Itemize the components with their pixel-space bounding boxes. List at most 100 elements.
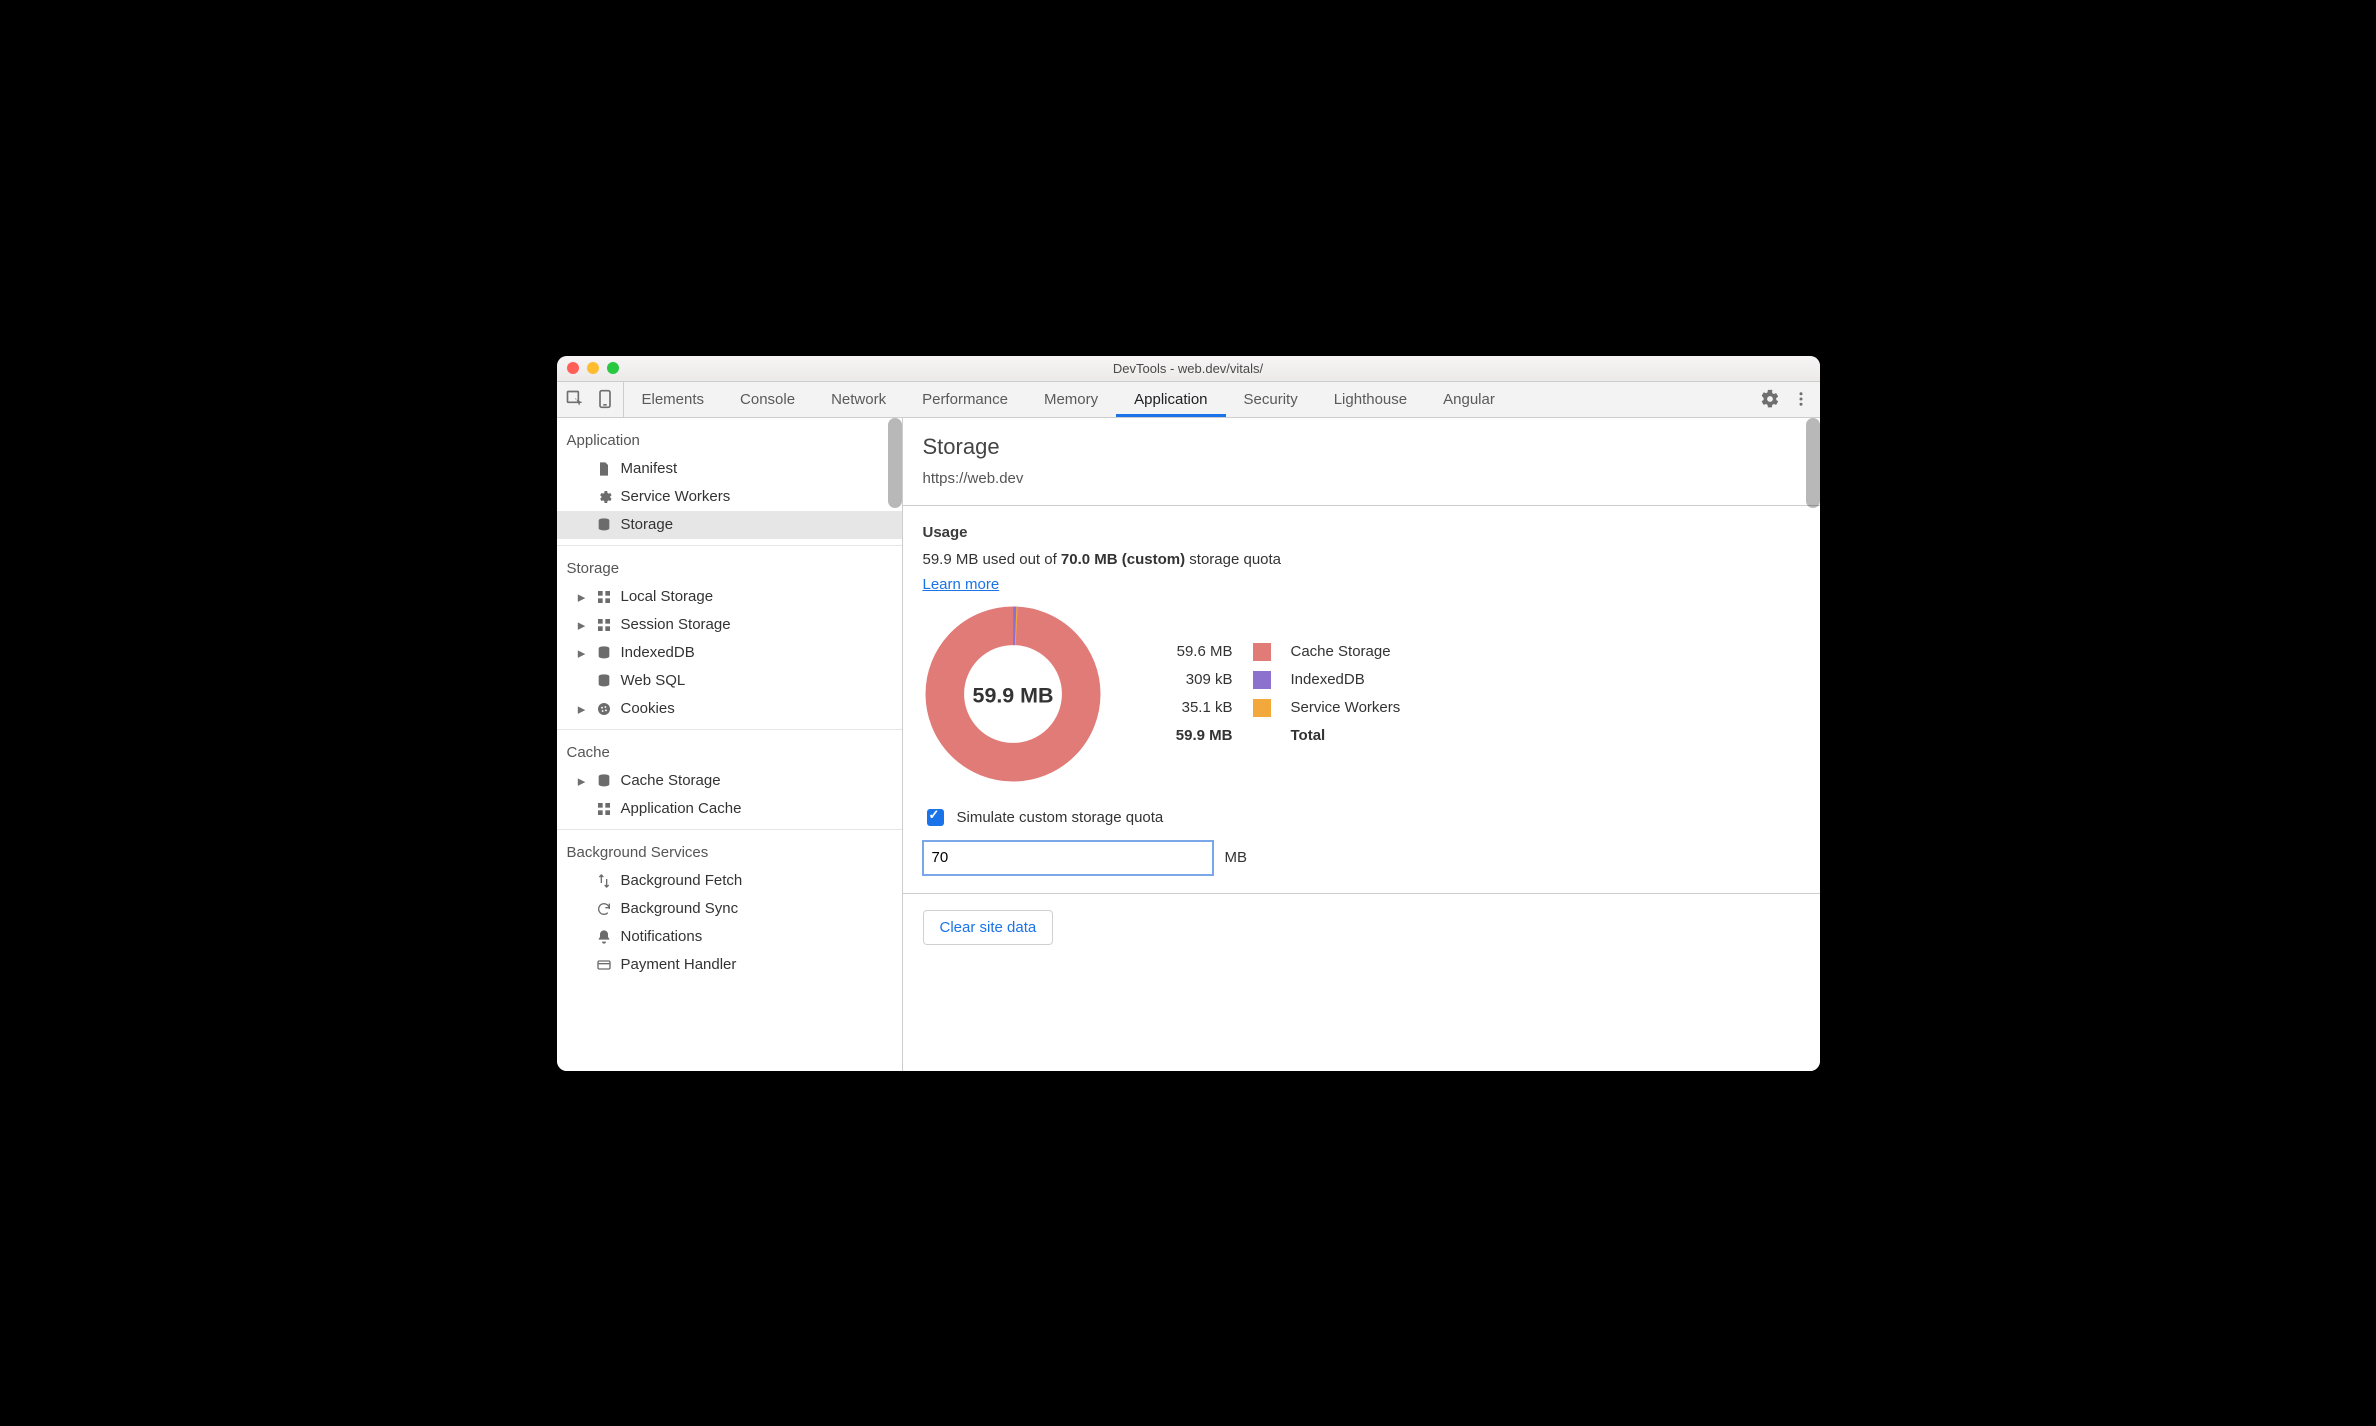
sidebar-item-indexeddb[interactable]: ▸ IndexedDB [557, 639, 902, 667]
usage-section: Usage 59.9 MB used out of 70.0 MB (custo… [903, 506, 1820, 894]
grid-icon [595, 801, 613, 817]
sidebar-item-label: Background Fetch [621, 872, 743, 889]
cookie-icon [595, 701, 613, 717]
usage-donut-chart: 59.9 MB [923, 604, 1103, 784]
tab-performance[interactable]: Performance [904, 382, 1026, 417]
sidebar-section-title: Background Services [557, 836, 902, 867]
main-scrollbar[interactable] [1806, 418, 1820, 508]
sidebar-item-storage[interactable]: ▸Storage [557, 511, 902, 539]
sidebar-item-label: Storage [621, 516, 674, 533]
sidebar-section-title: Storage [557, 552, 902, 583]
minimize-window-button[interactable] [587, 362, 599, 374]
sidebar-section-title: Application [557, 424, 902, 455]
more-menu-icon[interactable] [1792, 390, 1810, 408]
sidebar-item-cookies[interactable]: ▸ Cookies [557, 695, 902, 723]
quota-unit: MB [1225, 849, 1248, 866]
grid-icon [595, 589, 613, 605]
sidebar-item-session-storage[interactable]: ▸ Session Storage [557, 611, 902, 639]
grid-icon [595, 617, 613, 633]
sidebar-item-label: Local Storage [621, 588, 714, 605]
sidebar-item-label: Cookies [621, 700, 675, 717]
legend-size: 59.6 MB [1163, 643, 1233, 661]
gear-icon [595, 489, 613, 505]
sidebar-item-label: Cache Storage [621, 772, 721, 789]
sidebar-item-label: Notifications [621, 928, 703, 945]
simulate-quota-checkbox[interactable] [927, 809, 944, 826]
sidebar-item-payment-handler[interactable]: ▸Payment Handler [557, 951, 902, 979]
settings-icon[interactable] [1760, 389, 1780, 409]
simulate-quota-label: Simulate custom storage quota [957, 809, 1164, 826]
sync-icon [595, 901, 613, 917]
tab-elements[interactable]: Elements [624, 382, 723, 417]
db-icon [595, 673, 613, 689]
svg-text:59.9 MB: 59.9 MB [972, 683, 1053, 707]
updown-icon [595, 873, 613, 889]
sidebar-item-notifications[interactable]: ▸Notifications [557, 923, 902, 951]
legend-size: 309 kB [1163, 671, 1233, 689]
tab-console[interactable]: Console [722, 382, 813, 417]
usage-text: 59.9 MB used out of 70.0 MB (custom) sto… [923, 551, 1800, 568]
storage-panel: Storage https://web.dev Usage 59.9 MB us… [903, 418, 1820, 1071]
sidebar-item-service-workers[interactable]: ▸Service Workers [557, 483, 902, 511]
legend-swatch-service-workers [1253, 699, 1271, 717]
legend-label: IndexedDB [1291, 671, 1401, 689]
clear-site-data-button[interactable]: Clear site data [923, 910, 1054, 945]
window-controls [557, 362, 619, 374]
db-icon [595, 645, 613, 661]
tab-angular[interactable]: Angular [1425, 382, 1513, 417]
legend-size: 35.1 kB [1163, 699, 1233, 717]
sidebar-item-application-cache[interactable]: ▸Application Cache [557, 795, 902, 823]
sidebar-item-cache-storage[interactable]: ▸ Cache Storage [557, 767, 902, 795]
devtools-tabs: ElementsConsoleNetworkPerformanceMemoryA… [557, 382, 1820, 418]
bell-icon [595, 929, 613, 945]
legend-label: Cache Storage [1291, 643, 1401, 661]
sidebar-item-label: Session Storage [621, 616, 731, 633]
sidebar-item-local-storage[interactable]: ▸ Local Storage [557, 583, 902, 611]
tab-lighthouse[interactable]: Lighthouse [1316, 382, 1425, 417]
tab-memory[interactable]: Memory [1026, 382, 1116, 417]
chevron-right-icon: ▸ [577, 616, 587, 634]
sidebar-item-manifest[interactable]: ▸Manifest [557, 455, 902, 483]
sidebar-item-background-fetch[interactable]: ▸Background Fetch [557, 867, 902, 895]
learn-more-link[interactable]: Learn more [923, 576, 1000, 593]
sidebar-item-label: Manifest [621, 460, 678, 477]
close-window-button[interactable] [567, 362, 579, 374]
application-sidebar: Application▸Manifest▸Service Workers▸Sto… [557, 418, 903, 1071]
sidebar-item-web-sql[interactable]: ▸Web SQL [557, 667, 902, 695]
usage-title: Usage [923, 524, 1800, 541]
sidebar-item-label: Web SQL [621, 672, 686, 689]
panel-title: Storage [923, 434, 1800, 460]
origin-text: https://web.dev [923, 470, 1800, 487]
legend-swatch-indexeddb [1253, 671, 1271, 689]
chevron-right-icon: ▸ [577, 644, 587, 662]
legend-total-label: Total [1291, 727, 1401, 744]
sidebar-item-label: Payment Handler [621, 956, 737, 973]
db-icon [595, 517, 613, 533]
sidebar-section-title: Cache [557, 736, 902, 767]
legend-label: Service Workers [1291, 699, 1401, 717]
card-icon [595, 957, 613, 973]
chevron-right-icon: ▸ [577, 700, 587, 718]
sidebar-scrollbar[interactable] [888, 418, 902, 508]
title-bar: DevTools - web.dev/vitals/ [557, 356, 1820, 382]
tab-security[interactable]: Security [1226, 382, 1316, 417]
device-toolbar-icon[interactable] [595, 389, 615, 409]
tab-application[interactable]: Application [1116, 382, 1225, 417]
zoom-window-button[interactable] [607, 362, 619, 374]
devtools-window: DevTools - web.dev/vitals/ ElementsConso… [557, 356, 1820, 1071]
sidebar-item-label: Service Workers [621, 488, 731, 505]
window-title: DevTools - web.dev/vitals/ [1113, 361, 1263, 376]
tab-network[interactable]: Network [813, 382, 904, 417]
sidebar-item-label: Application Cache [621, 800, 742, 817]
legend-total-size: 59.9 MB [1163, 727, 1233, 744]
chevron-right-icon: ▸ [577, 588, 587, 606]
chevron-right-icon: ▸ [577, 772, 587, 790]
quota-input[interactable] [923, 841, 1213, 875]
file-icon [595, 461, 613, 477]
sidebar-item-background-sync[interactable]: ▸Background Sync [557, 895, 902, 923]
sidebar-item-label: Background Sync [621, 900, 739, 917]
usage-legend: 59.6 MB Cache Storage 309 kB IndexedDB 3… [1163, 643, 1401, 744]
inspect-icon[interactable] [565, 389, 585, 409]
sidebar-item-label: IndexedDB [621, 644, 695, 661]
db-icon [595, 773, 613, 789]
